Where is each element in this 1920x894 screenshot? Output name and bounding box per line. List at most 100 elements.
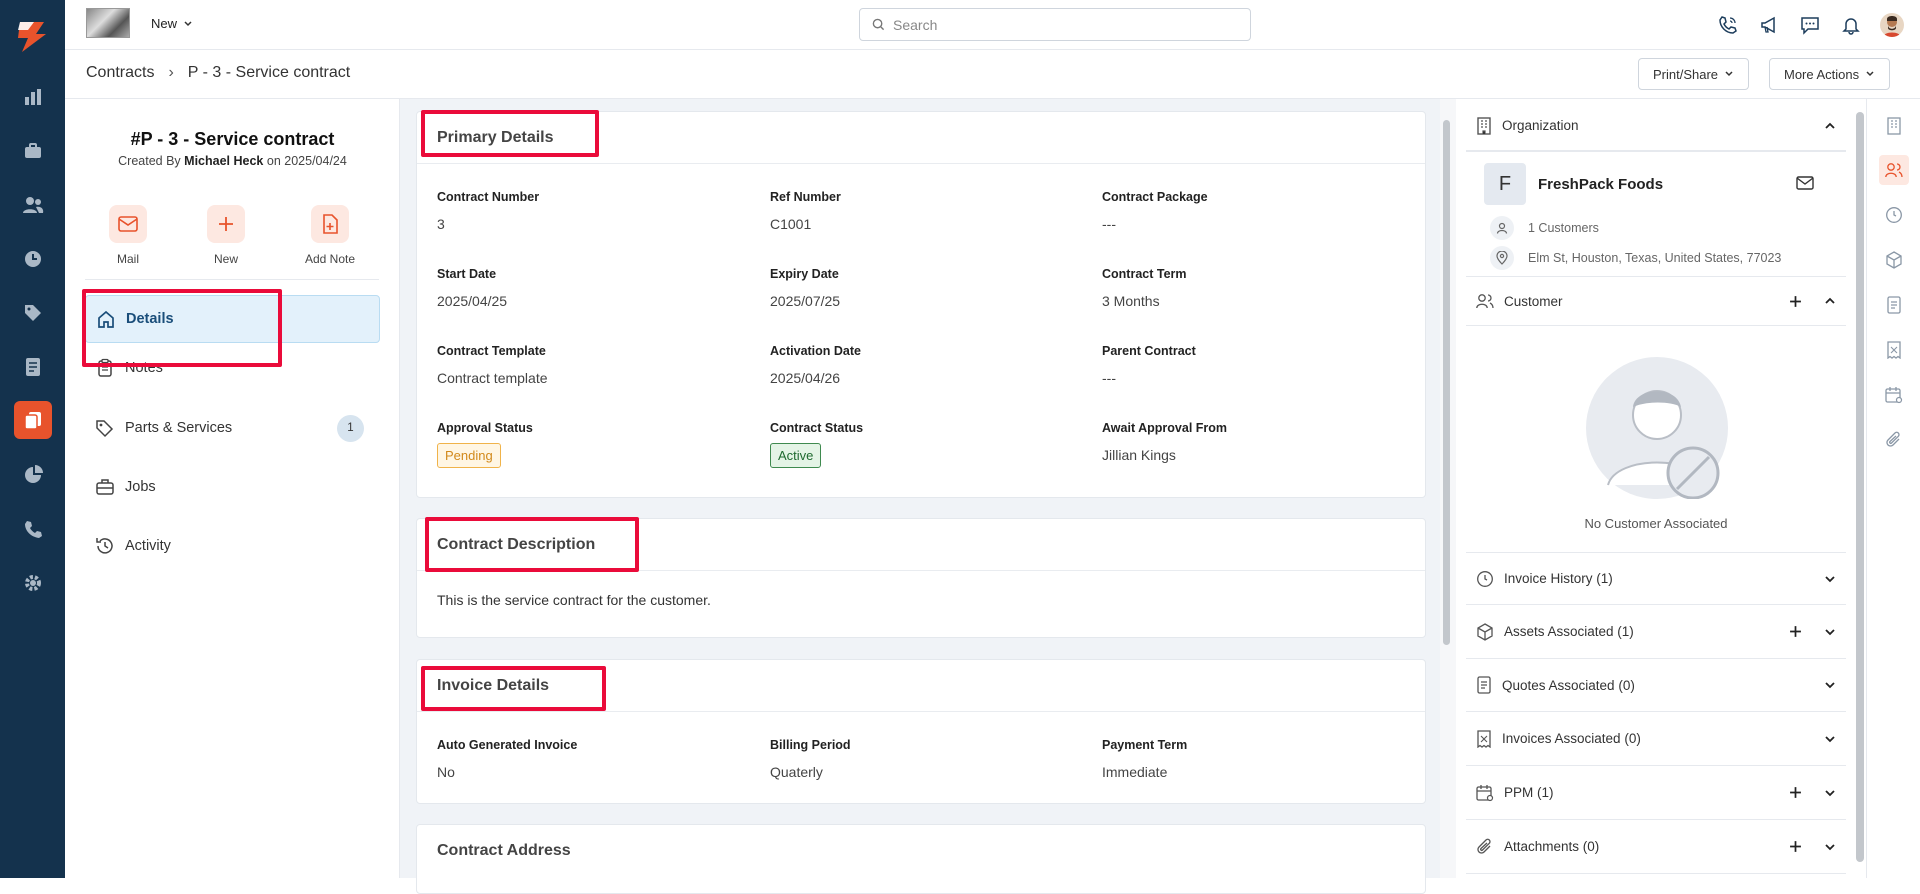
mail-action[interactable]: Mail: [88, 205, 168, 266]
chevron-down-icon[interactable]: [1824, 841, 1836, 853]
field-billing-period: Billing Period Quaterly: [770, 738, 851, 780]
add-attachment-plus-icon[interactable]: [1789, 840, 1802, 853]
customer-section-header[interactable]: Customer: [1466, 276, 1846, 326]
users-icon: [1476, 294, 1494, 309]
timesheet-icon[interactable]: [0, 240, 65, 278]
invoice-icon[interactable]: [0, 348, 65, 386]
nav-details[interactable]: Details: [85, 295, 380, 343]
field-contract-package: Contract Package ---: [1102, 190, 1208, 232]
breadcrumb-contracts[interactable]: Contracts: [86, 64, 154, 82]
call-icon[interactable]: [1716, 13, 1740, 37]
nav-notes[interactable]: Notes: [85, 344, 380, 392]
more-actions-button[interactable]: More Actions: [1769, 58, 1891, 90]
ppm-shortcut-icon[interactable]: [1879, 380, 1909, 410]
search-input[interactable]: Search: [859, 8, 1251, 41]
organization-customers: 1 Customers: [1490, 216, 1599, 240]
customers-count: 1 Customers: [1528, 221, 1599, 235]
settings-icon[interactable]: [0, 564, 65, 602]
invoice-history-shortcut-icon[interactable]: [1879, 200, 1909, 230]
field-ref-number: Ref Number C1001: [770, 190, 841, 232]
nav-parts-services[interactable]: Parts & Services 1: [85, 404, 380, 452]
main-scrollbar-thumb[interactable]: [1443, 120, 1450, 645]
assets-associated-label: Assets Associated (1): [1504, 624, 1634, 639]
chevron-down-icon[interactable]: [1824, 733, 1836, 745]
right-panel: Organization F FreshPack Foods 1 Custome…: [1456, 99, 1862, 878]
clock-dollar-icon: [1477, 570, 1493, 587]
chevron-down-icon: [1725, 71, 1733, 77]
customers-icon[interactable]: [0, 186, 65, 224]
nav-jobs[interactable]: Jobs: [85, 463, 380, 511]
bell-icon[interactable]: [1839, 13, 1863, 37]
receipt-icon: [1477, 729, 1491, 748]
chevron-down-icon: [1866, 71, 1874, 77]
nav-activity[interactable]: Activity: [85, 522, 380, 570]
chevron-up-icon[interactable]: [1824, 295, 1836, 307]
add-asset-plus-icon[interactable]: [1789, 625, 1802, 638]
quotes-shortcut-icon[interactable]: [1879, 290, 1909, 320]
assets-associated-section[interactable]: Assets Associated (1): [1466, 605, 1846, 659]
tag-icon[interactable]: [0, 294, 65, 332]
phone-icon[interactable]: [0, 510, 65, 548]
attachments-section[interactable]: Attachments (0): [1466, 820, 1846, 874]
jobs-icon[interactable]: [0, 132, 65, 170]
add-ppm-plus-icon[interactable]: [1789, 786, 1802, 799]
main-content: Primary Details Contract Number 3 Ref Num…: [400, 99, 1440, 894]
print-share-button[interactable]: Print/Share: [1638, 58, 1750, 90]
invoices-shortcut-icon[interactable]: [1879, 335, 1909, 365]
megaphone-icon[interactable]: [1757, 13, 1781, 37]
organization-section-header[interactable]: Organization: [1466, 101, 1846, 151]
calendar-gear-icon: [1476, 784, 1494, 801]
invoice-history-section[interactable]: Invoice History (1): [1466, 552, 1846, 605]
chevron-down-icon[interactable]: [1824, 626, 1836, 638]
status-badge: Active: [770, 443, 822, 468]
chevron-down-icon[interactable]: [1824, 787, 1836, 799]
add-customer-plus-icon[interactable]: [1789, 295, 1802, 308]
left-panel: #P - 3 - Service contract Created By Mic…: [65, 99, 400, 878]
customer-title: Customer: [1504, 293, 1563, 309]
new-dropdown[interactable]: New: [151, 16, 193, 31]
chevron-down-icon[interactable]: [1824, 679, 1836, 691]
reports-icon[interactable]: [0, 78, 65, 116]
organization-shortcut-icon[interactable]: [1879, 111, 1909, 141]
field-contract-template: Contract Template Contract template: [437, 344, 548, 386]
field-contract-number: Contract Number 3: [437, 190, 540, 232]
quotes-associated-section[interactable]: Quotes Associated (0): [1466, 659, 1846, 712]
analytics-icon[interactable]: [0, 456, 65, 494]
plus-icon: [207, 205, 245, 243]
new-action[interactable]: New: [186, 205, 266, 266]
organization-name[interactable]: FreshPack Foods: [1538, 176, 1663, 193]
chevron-down-icon[interactable]: [1824, 573, 1836, 585]
chevron-up-icon[interactable]: [1824, 120, 1836, 132]
add-note-action[interactable]: Add Note: [290, 205, 370, 266]
created-by-line: Created By Michael Heck on 2025/04/24: [118, 154, 347, 168]
contract-address-title: Contract Address: [437, 842, 571, 859]
person-icon: [1490, 216, 1514, 240]
ppm-label: PPM (1): [1504, 785, 1554, 800]
contract-address-card: Contract Address: [416, 824, 1426, 894]
divider: [85, 279, 379, 280]
app-logo[interactable]: [14, 18, 50, 54]
attachments-shortcut-icon[interactable]: [1879, 425, 1909, 455]
field-contract-status: Contract Status Active: [770, 421, 863, 468]
more-actions-label: More Actions: [1784, 66, 1860, 82]
assets-shortcut-icon[interactable]: [1879, 245, 1909, 275]
add-note-icon: [311, 205, 349, 243]
field-parent-contract: Parent Contract ---: [1102, 344, 1196, 386]
parts-count-badge: 1: [337, 414, 364, 442]
home-icon: [98, 310, 114, 328]
paperclip-icon: [1477, 838, 1491, 854]
invoices-associated-label: Invoices Associated (0): [1502, 731, 1641, 746]
invoice-details-title: Invoice Details: [417, 660, 1425, 712]
quotes-associated-label: Quotes Associated (0): [1502, 677, 1635, 693]
customers-shortcut-icon[interactable]: [1879, 155, 1909, 185]
field-contract-term: Contract Term 3 Months: [1102, 267, 1187, 309]
chat-icon[interactable]: [1798, 13, 1822, 37]
mail-icon[interactable]: [1796, 176, 1814, 190]
company-logo-thumbnail[interactable]: [86, 8, 130, 38]
user-avatar[interactable]: [1880, 13, 1904, 37]
contracts-icon[interactable]: [14, 401, 52, 439]
field-activation-date: Activation Date 2025/04/26: [770, 344, 861, 386]
invoices-associated-section[interactable]: Invoices Associated (0): [1466, 712, 1846, 766]
ppm-section[interactable]: PPM (1): [1466, 766, 1846, 820]
right-panel-scrollbar[interactable]: [1856, 112, 1864, 862]
